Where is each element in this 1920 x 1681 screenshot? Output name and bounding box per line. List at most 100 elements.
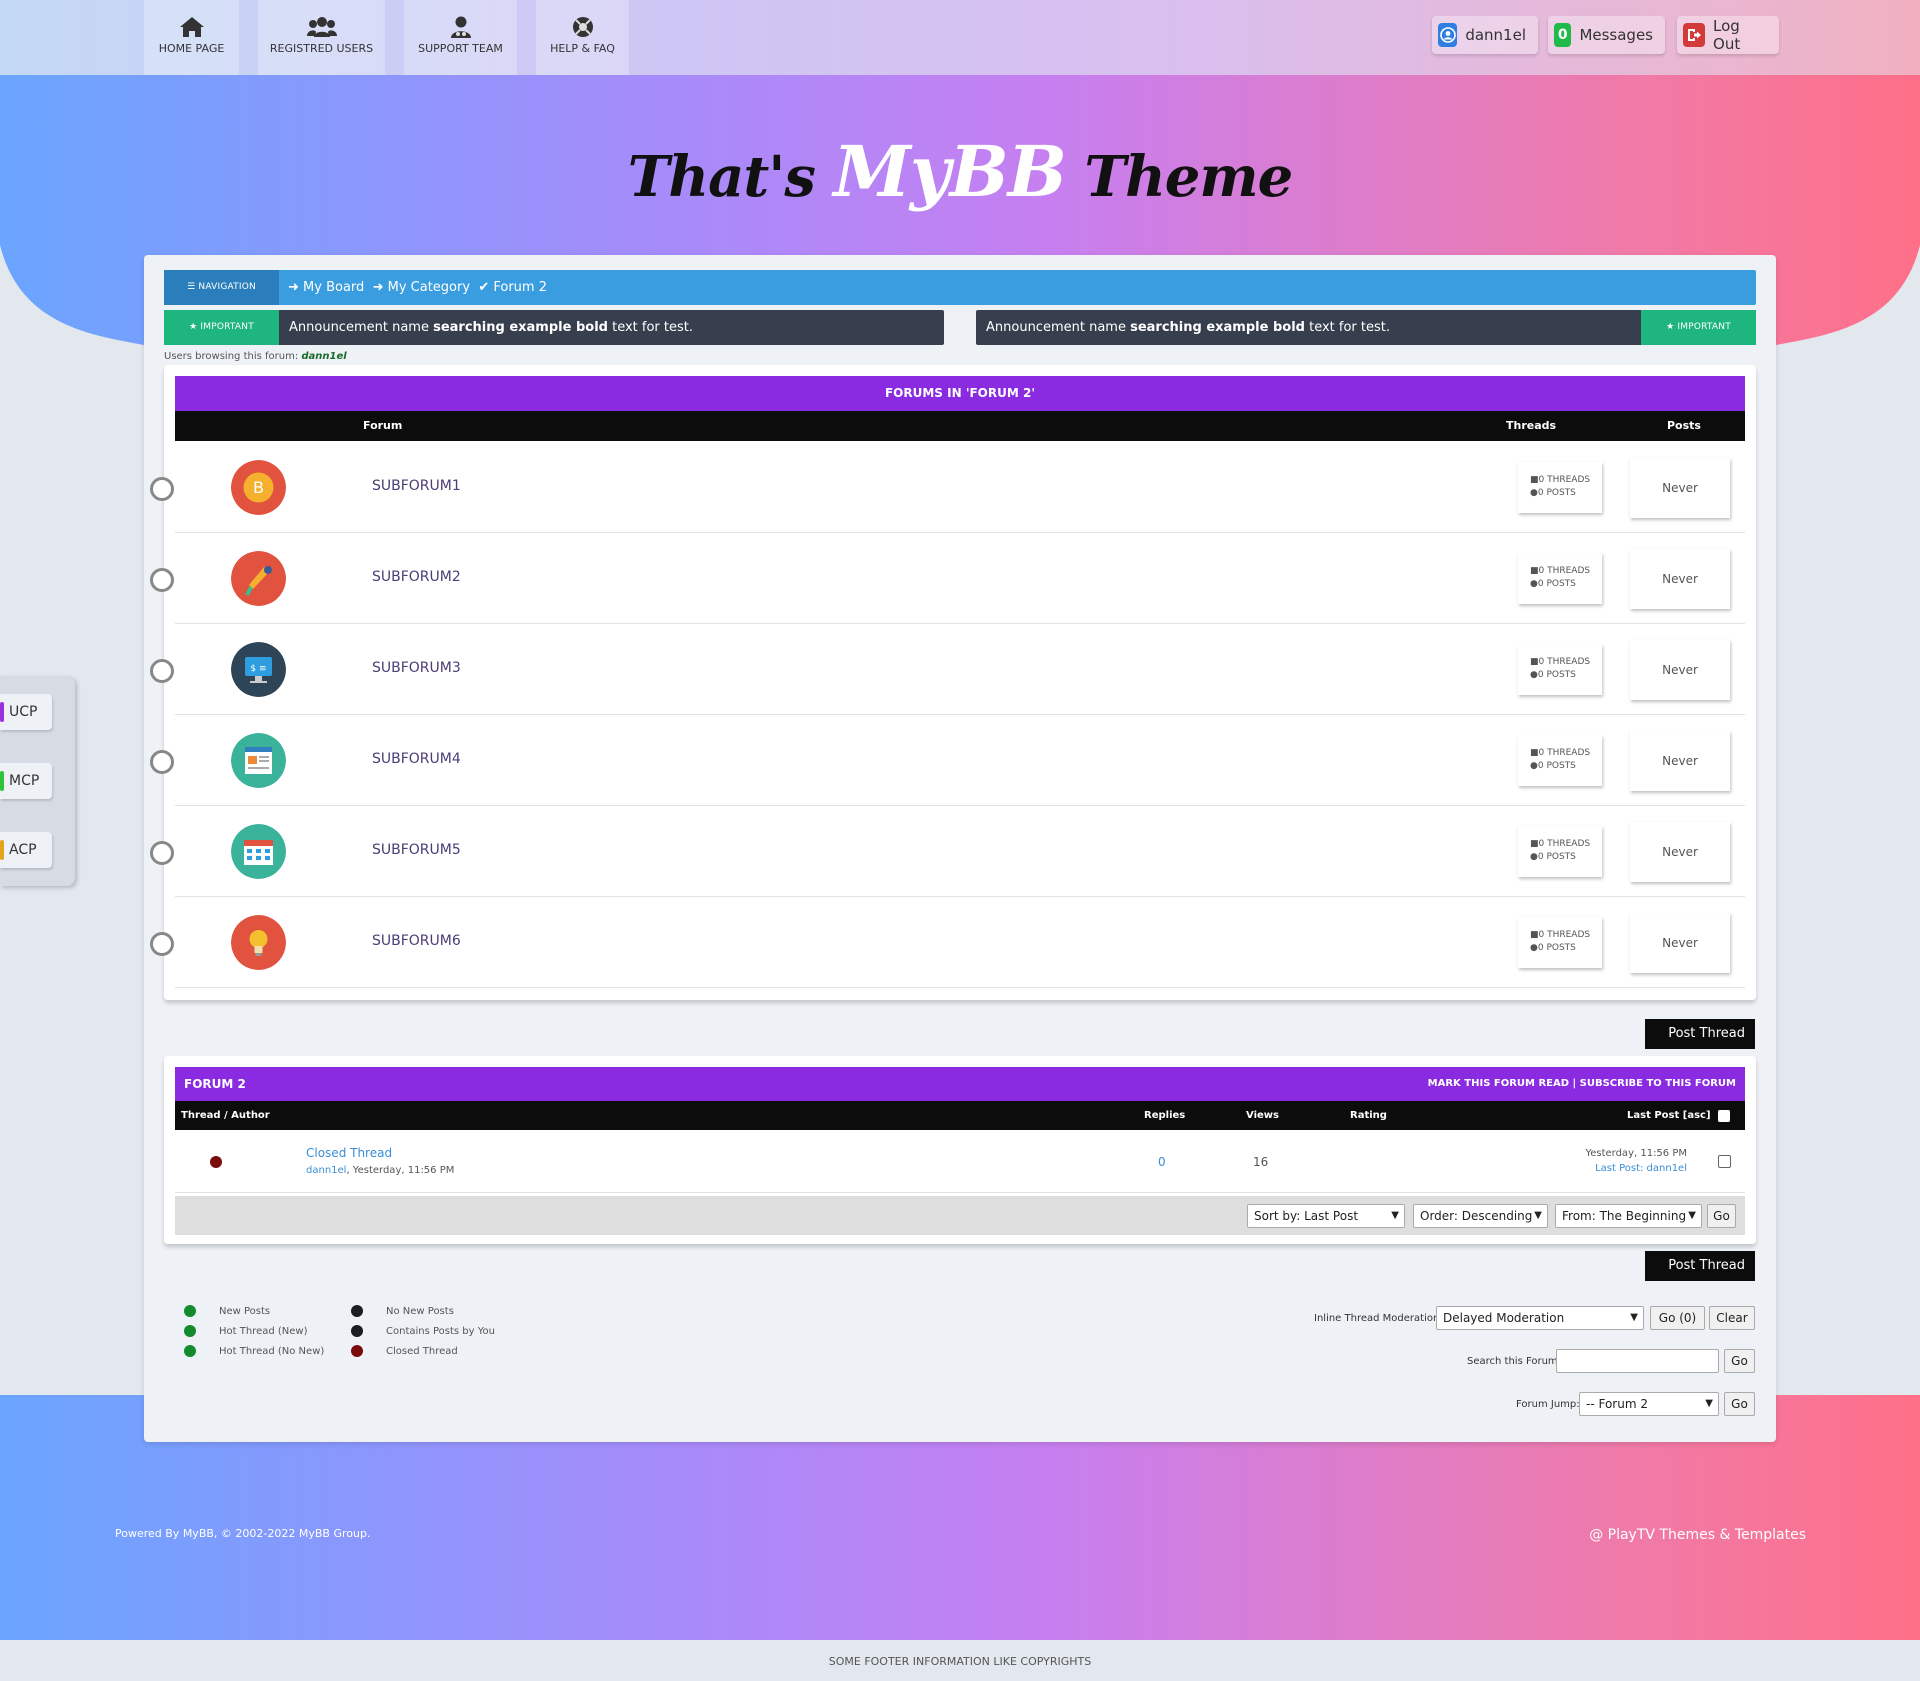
subforum-row: SUBFORUM2 ■0 THREADS ●0 POSTS Never	[150, 533, 1745, 624]
closed-thread-icon	[210, 1156, 222, 1168]
forum-jump-label: Forum Jump:	[1516, 1399, 1580, 1410]
header-replies: Replies	[1144, 1110, 1186, 1121]
nav-tab-help-faq[interactable]: HELP & FAQ	[536, 0, 629, 75]
megaphone-icon	[231, 551, 286, 606]
home-icon	[179, 17, 204, 37]
inline-moderation-select[interactable]: Delayed Moderation ▼	[1436, 1306, 1644, 1330]
threads-count: 0 THREADS	[1538, 657, 1591, 667]
last-post-prefix[interactable]: Last Post:	[1595, 1163, 1646, 1174]
subforum-link[interactable]: SUBFORUM1	[372, 478, 461, 494]
nav-tab-home[interactable]: HOME PAGE	[144, 0, 239, 75]
messages-button[interactable]: 0 Messages	[1548, 16, 1665, 54]
mcp-label: MCP	[9, 773, 40, 789]
user-avatar-icon	[1438, 23, 1458, 47]
comment-icon: ■	[1530, 657, 1539, 667]
select-all-checkbox[interactable]	[1718, 1110, 1730, 1122]
announcement-bold: searching example bold	[433, 320, 608, 335]
post-thread-button[interactable]: Post Thread	[1645, 1251, 1755, 1281]
last-post: Never	[1630, 640, 1730, 700]
comment-icon: ■	[1530, 475, 1539, 485]
theme-credit-link[interactable]: @ PlayTV Themes & Templates	[1589, 1527, 1806, 1543]
legend-label: Contains Posts by You	[386, 1326, 495, 1337]
subforum-link[interactable]: SUBFORUM4	[372, 751, 461, 767]
comment-icon: ●	[1530, 579, 1538, 589]
thread-select-checkbox[interactable]	[1718, 1155, 1731, 1168]
nav-tab-support-team[interactable]: SUPPORT TEAM	[404, 0, 517, 75]
forum-jump-select[interactable]: -- Forum 2 ▼	[1579, 1392, 1719, 1416]
new-posts-icon	[184, 1305, 196, 1317]
from-value: From: The Beginning	[1562, 1209, 1687, 1223]
header-rating: Rating	[1350, 1110, 1387, 1121]
thread-date: , Yesterday, 11:56 PM	[346, 1165, 455, 1176]
header-threads: Threads	[1506, 419, 1557, 432]
threads-count: 0 THREADS	[1538, 839, 1591, 849]
chevron-down-icon: ▼	[1705, 1398, 1713, 1409]
subforum-link[interactable]: SUBFORUM5	[372, 842, 461, 858]
nav-tab-label: REGISTRED USERS	[269, 42, 374, 55]
moderation-go-button[interactable]: Go (0)	[1650, 1306, 1705, 1330]
legend-label: Closed Thread	[386, 1346, 458, 1357]
messages-label: Messages	[1579, 26, 1653, 44]
logout-label: Log Out	[1713, 17, 1741, 53]
breadcrumb-my-category[interactable]: My Category	[388, 280, 470, 295]
important-tag: ★ IMPORTANT	[164, 310, 279, 345]
breadcrumb-my-board[interactable]: My Board	[303, 280, 364, 295]
order-select[interactable]: Order: Descending ▼	[1413, 1204, 1548, 1228]
acp-link[interactable]: ACP	[0, 832, 52, 868]
thread-last-post-date: Yesterday, 11:56 PM	[1585, 1148, 1687, 1159]
search-go-button[interactable]: Go	[1724, 1349, 1755, 1373]
last-post-user-link[interactable]: dann1el	[1647, 1163, 1687, 1174]
thread-author-link[interactable]: dann1el	[306, 1165, 346, 1176]
legend-label: Hot Thread (No New)	[219, 1346, 325, 1357]
from-select[interactable]: From: The Beginning ▼	[1555, 1204, 1702, 1228]
thread-title-link[interactable]: Closed Thread	[306, 1146, 392, 1160]
star-icon: ★	[1666, 322, 1678, 332]
forum-jump-go-button[interactable]: Go	[1724, 1392, 1755, 1416]
subforum-link[interactable]: SUBFORUM2	[372, 569, 461, 585]
forum-actions-link[interactable]: MARK THIS FORUM READ | SUBSCRIBE TO THIS…	[1428, 1067, 1736, 1101]
last-post: Never	[1630, 913, 1730, 973]
header-last-post[interactable]: Last Post [asc]	[1627, 1101, 1711, 1130]
thread-author-line: dann1el, Yesterday, 11:56 PM	[306, 1165, 454, 1176]
ucp-link[interactable]: UCP	[0, 694, 52, 730]
announcement-right[interactable]: Announcement name searching example bold…	[976, 310, 1756, 345]
subforum-row: $ ≡ SUBFORUM3 ■0 THREADS ●0 POSTS Never	[150, 624, 1745, 715]
forum-title: FORUM 2	[184, 1077, 246, 1091]
mcp-link[interactable]: MCP	[0, 763, 52, 799]
top-navigation-bar: HOME PAGE REGISTRED USERS SUPPORT TEAM H…	[0, 0, 1920, 75]
site-logo[interactable]: That's MyBB Theme	[0, 130, 1920, 213]
subforum-link[interactable]: SUBFORUM3	[372, 660, 461, 676]
nav-tab-label: HOME PAGE	[158, 42, 225, 55]
sort-go-button[interactable]: Go	[1707, 1204, 1736, 1228]
threads-count: 0 THREADS	[1538, 930, 1591, 940]
bitcoin-icon: B	[231, 460, 286, 515]
browsing-user-link[interactable]: dann1el	[301, 351, 346, 362]
sort-by-value: Sort by: Last Post	[1254, 1209, 1359, 1223]
announcement-left[interactable]: ★ IMPORTANT Announcement name searching …	[164, 310, 944, 345]
order-value: Order: Descending	[1420, 1209, 1533, 1223]
threads-count: 0 THREADS	[1538, 475, 1591, 485]
navigation-tag-label: NAVIGATION	[198, 282, 256, 292]
search-forum-input[interactable]	[1556, 1349, 1719, 1373]
post-thread-button[interactable]: Post Thread	[1645, 1019, 1755, 1049]
subforum-stats: ■0 THREADS ●0 POSTS	[1518, 917, 1602, 968]
breadcrumb-forum-2[interactable]: Forum 2	[493, 280, 547, 295]
subforum-link[interactable]: SUBFORUM6	[372, 933, 461, 949]
thread-replies[interactable]: 0	[1158, 1155, 1166, 1169]
hot-thread-no-new-icon	[184, 1345, 196, 1357]
legend-label: New Posts	[219, 1306, 271, 1317]
no-new-posts-icon	[351, 1305, 363, 1317]
announcement-suffix: text for test.	[1304, 320, 1390, 335]
breadcrumb: ☰ NAVIGATION ➜ My Board ➜ My Category ✔ …	[164, 270, 1756, 305]
nav-tab-registered-users[interactable]: REGISTRED USERS	[258, 0, 385, 75]
subforum-row: SUBFORUM6 ■0 THREADS ●0 POSTS Never	[150, 897, 1745, 988]
header-views: Views	[1246, 1110, 1279, 1121]
user-profile-button[interactable]: dann1el	[1432, 16, 1538, 54]
moderation-clear-button[interactable]: Clear	[1709, 1306, 1755, 1330]
logout-button[interactable]: Log Out	[1677, 16, 1779, 54]
subforum-row: SUBFORUM5 ■0 THREADS ●0 POSTS Never	[150, 806, 1745, 897]
legend-label: Hot Thread (New)	[219, 1326, 308, 1337]
lifebuoy-icon	[572, 17, 593, 37]
sort-by-select[interactable]: Sort by: Last Post ▼	[1247, 1204, 1405, 1228]
arrow-right-icon: ➜	[288, 280, 299, 295]
